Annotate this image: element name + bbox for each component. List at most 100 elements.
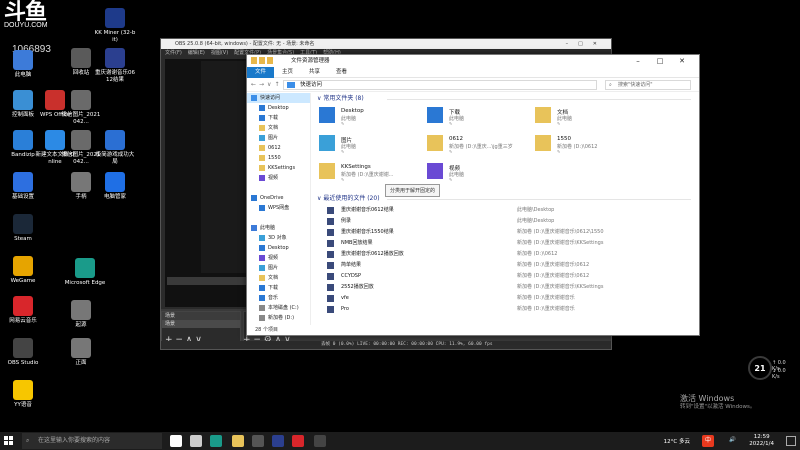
nav-item[interactable]: 图片 [247, 133, 310, 143]
notification-icon[interactable] [786, 436, 796, 446]
file-name: 简单结果 [341, 262, 362, 268]
recent-file-row[interactable]: NMB回放结果 新加卷 (D:)\重庆谢谢音乐\KKSettings [317, 238, 691, 249]
star-icon [287, 82, 295, 88]
nav-item[interactable]: KKSettings [247, 163, 310, 173]
recent-file-row[interactable]: 2552播放回放 新加卷 (D:)\重庆谢谢音乐\KKSettings [317, 282, 691, 293]
frequent-folder-tile[interactable]: KKSettings 新加卷 (D:)\重庆谢谢... ✎ [317, 161, 427, 183]
volume-icon[interactable]: 🔊 [729, 437, 736, 443]
nav-item[interactable]: 音乐 [247, 293, 310, 303]
file-icon [327, 306, 334, 313]
minimize-button[interactable]: – [627, 55, 649, 67]
ribbon-tab[interactable]: 查看 [328, 67, 355, 78]
navigation-pane[interactable]: 快速访问 Desktop 下载 文档 图片 0612 1550 KKSettings 视频 One… [247, 93, 311, 325]
desktop-icon[interactable]: KK Miner (32-bit) [94, 8, 136, 44]
explorer-icon[interactable] [232, 435, 244, 447]
desktop-icon[interactable]: 基础设置 [2, 172, 44, 201]
recent-file-row[interactable]: 简单结果 新加卷 (D:)\重庆谢谢音乐\0612 [317, 260, 691, 271]
recent-file-row[interactable]: 例录 此电脑\Desktop [317, 216, 691, 227]
recent-file-row[interactable]: 重庆谢谢音乐0612播放回放 新加卷 (D:)\0612 [317, 249, 691, 260]
ribbon-tabs[interactable]: 文件 主页 共享 查看 [247, 67, 699, 78]
obs2-icon[interactable] [314, 435, 326, 447]
nav-item[interactable]: 视频 [247, 253, 310, 263]
desktop-icon[interactable]: 极简游戏成功大局 [94, 130, 136, 166]
windows-start-icon[interactable] [4, 436, 14, 446]
frequent-folder-tile[interactable]: Desktop 此电脑 ✎ [317, 105, 427, 127]
nav-item[interactable]: 下载 [247, 113, 310, 123]
nav-arrows[interactable]: ←→∨↑ [251, 81, 282, 88]
kx-app-icon[interactable] [272, 435, 284, 447]
explorer-titlebar[interactable]: 文件资源管理器 – □ ✕ [247, 55, 699, 67]
task-view-icon[interactable] [190, 435, 202, 447]
nav-item[interactable]: 快速访问 [247, 93, 310, 103]
desktop-icon[interactable]: WeGame [2, 256, 44, 285]
nav-item[interactable]: OneDrive [247, 193, 310, 203]
nav-item[interactable]: 本地磁盘 (C:) [247, 303, 310, 313]
close-button[interactable]: ✕ [671, 55, 693, 67]
nav-item[interactable]: 视频 [247, 173, 310, 183]
frequent-folder-tile[interactable]: 下载 此电脑 ✎ [425, 105, 535, 127]
desktop-icon-label: YY语音 [14, 402, 32, 408]
nav-item[interactable]: WPS网盘 [247, 203, 310, 213]
desktop-icon[interactable]: 微信图片_2021042... [60, 90, 102, 126]
recent-file-row[interactable]: 重庆谢谢音乐0612结果 此电脑\Desktop [317, 205, 691, 216]
frequent-folder-tile[interactable]: 图片 此电脑 ✎ [317, 133, 427, 155]
edge-icon[interactable] [210, 435, 222, 447]
address-bar-row: ←→∨↑ 快速访问 ⌕ 搜索"快速访问" [247, 78, 699, 92]
folder-icon [259, 174, 265, 181]
recent-file-row[interactable]: CCYDSP 新加卷 (D:)\重庆谢谢音乐\0612 [317, 271, 691, 282]
nav-item[interactable]: 3D 对象 [247, 233, 310, 243]
desktop-icon[interactable]: YY语音 [2, 380, 44, 409]
nav-item[interactable]: 1550 [247, 153, 310, 163]
quick-access-toolbar[interactable] [251, 57, 287, 65]
desktop-icon[interactable]: OBS Studio [2, 338, 44, 367]
obs-menu-item[interactable]: 视图(V) [211, 50, 228, 56]
frequent-folder-tile[interactable]: 1550 新加卷 (D:)\0612 ✎ [533, 133, 643, 155]
ribbon-tab[interactable]: 共享 [301, 67, 328, 78]
desktop-icon[interactable]: 重庆谢谢音乐0612结果 [94, 48, 136, 84]
pin-icon: ✎ [341, 177, 345, 182]
nav-item[interactable]: 图片 [247, 263, 310, 273]
obs-window-controls[interactable]: –□✕ [566, 39, 607, 49]
cortana-icon[interactable] [170, 435, 182, 447]
nav-item[interactable]: 下载 [247, 283, 310, 293]
recent-file-row[interactable]: vfe 新加卷 (D:)\重庆谢谢音乐 [317, 293, 691, 304]
nav-item[interactable]: 文档 [247, 123, 310, 133]
desktop-icon[interactable]: Microsoft Edge [64, 258, 106, 287]
ime-indicator[interactable]: 中 [702, 435, 714, 447]
frequent-folder-tile[interactable]: 0612 新加卷 (D:)\重庆...\jg重三岁 ✎ [425, 133, 535, 155]
nav-item[interactable]: 0612 [247, 143, 310, 153]
search-box[interactable]: ⌕ 搜索"快速访问" [605, 80, 691, 90]
taskbar-search[interactable]: ⌕ 在这里输入你要搜索的内容 [22, 433, 162, 449]
obs-menu-item[interactable]: 文件(F) [165, 50, 182, 56]
nav-item[interactable]: 此电脑 [247, 223, 310, 233]
recent-files-header[interactable]: ∨ 最近使用的文件 (20) [317, 193, 691, 205]
recent-file-row[interactable]: 重庆谢谢音乐1550结果 新加卷 (D:)\重庆谢谢音乐\0612\1550 [317, 227, 691, 238]
desktop-icon[interactable]: 起源 [60, 300, 102, 329]
frequent-folder-tile[interactable]: 视频 此电脑 ✎ [425, 161, 535, 183]
nav-item[interactable]: Desktop [247, 243, 310, 253]
scene-item[interactable]: 场景 [162, 320, 240, 328]
desktop-icon[interactable]: 网易云音乐 [2, 296, 44, 325]
obs-icon[interactable] [252, 435, 264, 447]
explorer-window-controls[interactable]: – □ ✕ [627, 55, 693, 67]
file-explorer-window[interactable]: 文件资源管理器 – □ ✕ 文件 主页 共享 查看 ←→∨↑ 快速访问 ⌕ 搜索"快速访问… [246, 54, 700, 336]
weather-tray[interactable]: 12°C 多云 [664, 437, 690, 445]
nav-item[interactable]: 文档 [247, 273, 310, 283]
maximize-button[interactable]: □ [649, 55, 671, 67]
ribbon-tab[interactable]: 主页 [274, 67, 301, 78]
nav-item[interactable]: 新加卷 (D:) [247, 313, 310, 323]
desktop-icon[interactable]: 正面 [60, 338, 102, 367]
recent-file-row[interactable]: Pro 新加卷 (D:)\重庆谢谢音乐 [317, 304, 691, 315]
clock[interactable]: 12:59 2022/1/4 [749, 434, 774, 448]
address-bar[interactable]: 快速访问 [283, 80, 597, 90]
netease-icon[interactable] [292, 435, 304, 447]
desktop-icon[interactable]: 此电脑 [2, 50, 44, 79]
frequent-folders-header[interactable]: ∨ 常用文件夹 (8) [317, 93, 691, 105]
obs-menu-item[interactable]: 编辑(E) [188, 50, 205, 56]
desktop-icon[interactable]: 电脑管家 [94, 172, 136, 201]
obs-titlebar[interactable]: OBS 25.0.8 (64-bit, windows) - 配置文件: 无 -… [161, 39, 611, 49]
desktop-icon[interactable]: Steam [2, 214, 44, 243]
nav-item[interactable]: Desktop [247, 103, 310, 113]
ribbon-tab[interactable]: 文件 [247, 67, 275, 78]
frequent-folder-tile[interactable]: 文档 此电脑 ✎ [533, 105, 643, 127]
